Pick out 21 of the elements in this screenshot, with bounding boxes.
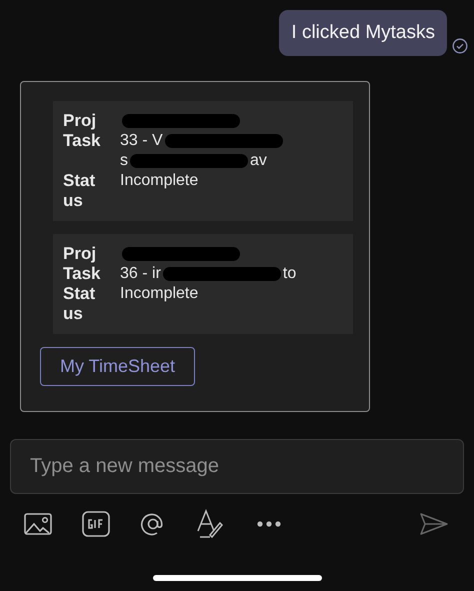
format-icon[interactable]: [196, 509, 226, 539]
field-value: Incomplete: [120, 171, 198, 191]
field-label: Status: [63, 171, 96, 211]
field-label: Proj: [63, 244, 98, 264]
field-value: av: [250, 151, 267, 171]
field-value: 33 - V: [120, 131, 163, 151]
send-icon[interactable]: [420, 513, 448, 535]
image-icon[interactable]: [24, 513, 52, 535]
message-field[interactable]: Type a new message: [10, 439, 464, 494]
field-value: 36 - ir: [120, 264, 161, 284]
more-icon[interactable]: [256, 520, 282, 528]
field-value: Incomplete: [120, 284, 198, 304]
field-value: to: [282, 264, 296, 284]
field-value: s: [120, 151, 128, 171]
message-bubble: I clicked Mytasks: [279, 10, 447, 56]
timesheet-button[interactable]: My TimeSheet: [40, 347, 196, 386]
field-label: Proj: [63, 111, 98, 131]
gif-icon[interactable]: [82, 511, 110, 537]
field-label: Task: [63, 131, 102, 151]
field-label: Status: [63, 284, 96, 324]
field-label: Task: [63, 264, 102, 284]
